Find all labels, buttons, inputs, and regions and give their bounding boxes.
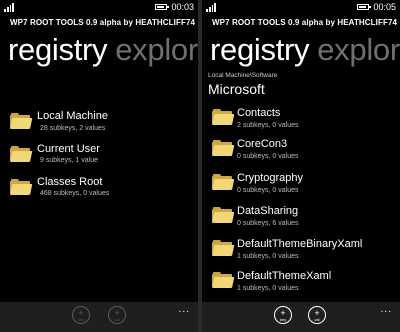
folder-icon [212,240,235,256]
list-item[interactable]: Cryptography 0 subkeys, 0 values [202,169,400,203]
add-key-button[interactable]: + key [274,306,292,324]
item-meta: 0 subkeys, 0 values [237,187,299,194]
folder-icon [212,174,235,190]
folder-icon [212,272,235,288]
app-bar: + key + val ... [0,302,198,332]
status-bar: 00:03 [0,0,198,14]
folder-icon [212,207,235,223]
signal-icon [206,3,216,12]
item-name: Local Machine [37,110,108,122]
app-title: WP7 ROOT TOOLS 0.9 alpha by HEATHCLIFF74 [212,18,398,27]
item-meta: 1 subkeys, 0 values [237,253,299,260]
battery-icon [357,4,371,10]
folder-icon [10,113,33,129]
item-name: Current User [37,143,100,155]
list-item[interactable]: DataSharing 0 subkeys, 6 values [202,202,400,236]
pivot-item-explore[interactable]: explore [115,32,198,67]
item-meta: 9 subkeys, 1 value [40,157,98,164]
list-item[interactable]: DefaultThemeBinaryXaml 1 subkeys, 0 valu… [202,235,400,269]
plus-icon: + [314,307,320,318]
folder-icon [10,179,33,195]
item-meta: 2 subkeys, 0 values [237,122,299,129]
folder-icon [10,146,33,162]
pivot-item-explore[interactable]: explore [317,32,400,67]
left-screen: 00:03 WP7 ROOT TOOLS 0.9 alpha by HEATHC… [0,0,198,332]
clock: 00:05 [373,2,396,12]
app-title: WP7 ROOT TOOLS 0.9 alpha by HEATHCLIFF74 [10,18,196,27]
item-name: Classes Root [37,176,103,188]
add-value-button[interactable]: + val [108,306,126,324]
breadcrumb: Local Machine\Software [208,72,278,79]
list-item[interactable]: Classes Root 468 subkeys, 0 values [0,174,198,208]
list-item[interactable]: Contacts 2 subkeys, 0 values [202,104,400,138]
list-item[interactable]: CoreCon3 0 subkeys, 0 values [202,135,400,169]
folder-icon [212,109,235,125]
pivot-item-registry[interactable]: registry [8,32,108,67]
item-meta: 28 subkeys, 2 values [40,125,106,132]
add-key-button[interactable]: + key [72,306,90,324]
folder-icon [212,140,235,156]
item-name: DefaultThemeXaml [237,270,332,282]
status-bar: 00:05 [202,0,400,14]
item-name: Cryptography [237,172,304,184]
right-screen: 00:05 WP7 ROOT TOOLS 0.9 alpha by HEATHC… [202,0,400,332]
page-title: Microsoft [208,81,265,97]
plus-icon: + [114,307,120,318]
app-bar: + key + val ... [202,302,400,332]
item-meta: 0 subkeys, 6 values [237,220,299,227]
item-name: DataSharing [237,205,299,217]
item-name: Contacts [237,107,281,119]
item-meta: 468 subkeys, 0 values [40,190,110,197]
signal-icon [4,3,14,12]
item-meta: 0 subkeys, 0 values [237,153,299,160]
clock: 00:03 [171,2,194,12]
more-menu-button[interactable]: ... [179,304,190,315]
pivot-item-registry[interactable]: registry [210,32,310,67]
add-value-button[interactable]: + val [308,306,326,324]
list-item[interactable]: Current User 9 subkeys, 1 value [0,141,198,175]
pivot-header: registryexplore [210,32,400,68]
item-meta: 1 subkeys, 0 values [237,285,299,292]
item-name: CoreCon3 [237,138,288,150]
plus-icon: + [78,307,84,318]
battery-icon [155,4,169,10]
more-menu-button[interactable]: ... [381,304,392,315]
item-name: DefaultThemeBinaryXaml [237,238,363,250]
plus-icon: + [280,307,286,318]
list-item[interactable]: DefaultThemeXaml 1 subkeys, 0 values [202,267,400,301]
list-item[interactable]: Local Machine 28 subkeys, 2 values [0,108,198,142]
pivot-header: registryexplore [8,32,198,68]
